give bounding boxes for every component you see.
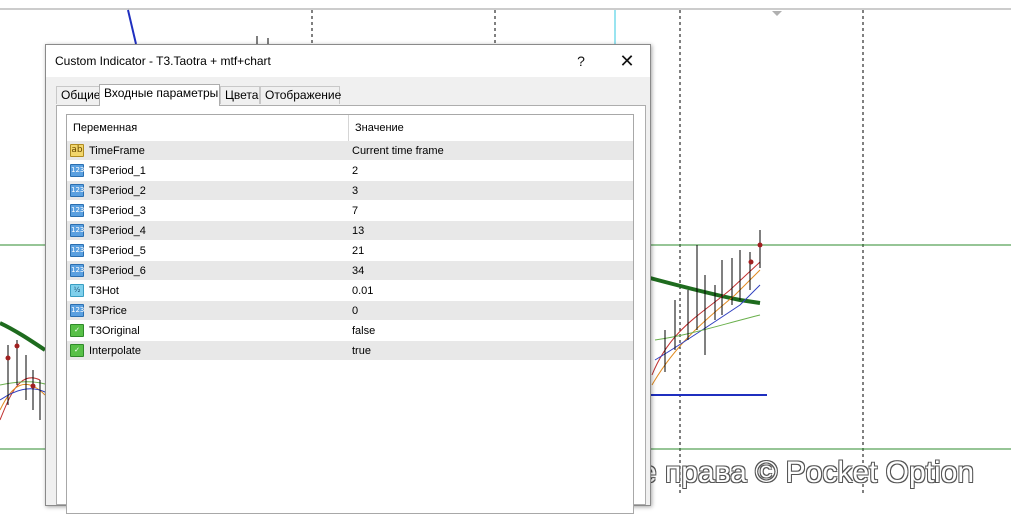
tab-general[interactable]: Общие bbox=[56, 86, 100, 104]
signal-dot bbox=[14, 343, 20, 349]
param-value[interactable]: Current time frame bbox=[352, 141, 444, 161]
table-row[interactable]: 123 T3Period_1 2 bbox=[67, 161, 633, 181]
table-row[interactable]: 123 T3Period_5 21 bbox=[67, 241, 633, 261]
param-value[interactable]: 34 bbox=[352, 261, 364, 281]
boolean-type-icon: ✓ bbox=[70, 344, 84, 357]
table-header: Переменная Значение bbox=[67, 115, 633, 142]
param-value[interactable]: 3 bbox=[352, 181, 358, 201]
param-name: T3Period_6 bbox=[89, 265, 146, 277]
tab-colors[interactable]: Цвета bbox=[220, 86, 260, 104]
close-button[interactable]: ✕ bbox=[611, 49, 643, 73]
param-name: T3Period_4 bbox=[89, 225, 146, 237]
integer-type-icon: 123 bbox=[70, 164, 84, 177]
table-row[interactable]: 123 T3Price 0 bbox=[67, 301, 633, 321]
integer-type-icon: 123 bbox=[70, 304, 84, 317]
table-row[interactable]: ½ T3Hot 0.01 bbox=[67, 281, 633, 301]
param-name: TimeFrame bbox=[89, 145, 145, 157]
param-name: T3Period_3 bbox=[89, 205, 146, 217]
table-row[interactable]: ✓ T3Original false bbox=[67, 321, 633, 341]
param-value[interactable]: true bbox=[352, 341, 371, 361]
param-name: Interpolate bbox=[89, 345, 141, 357]
double-type-icon: ½ bbox=[70, 284, 84, 297]
help-button[interactable]: ? bbox=[565, 49, 597, 73]
integer-type-icon: 123 bbox=[70, 204, 84, 217]
tab-visualization[interactable]: Отображение bbox=[260, 86, 341, 104]
signal-dot bbox=[5, 355, 11, 361]
param-name: T3Period_5 bbox=[89, 245, 146, 257]
blue-steep-line bbox=[127, 9, 137, 45]
param-name: T3Original bbox=[89, 325, 140, 337]
string-type-icon: ab bbox=[70, 144, 84, 157]
param-name: T3Hot bbox=[89, 285, 119, 297]
scroll-marker-icon bbox=[772, 11, 782, 16]
dialog-titlebar: Custom Indicator - T3.Taotra + mtf+chart… bbox=[46, 45, 650, 77]
table-row[interactable]: 123 T3Period_3 7 bbox=[67, 201, 633, 221]
custom-indicator-dialog: Custom Indicator - T3.Taotra + mtf+chart… bbox=[45, 44, 651, 514]
tab-input-parameters[interactable]: Входные параметры bbox=[99, 84, 220, 106]
param-name: T3Price bbox=[89, 305, 127, 317]
boolean-type-icon: ✓ bbox=[70, 324, 84, 337]
table-row[interactable]: 123 T3Period_4 13 bbox=[67, 221, 633, 241]
param-value[interactable]: 0 bbox=[352, 301, 358, 321]
table-row[interactable]: ab TimeFrame Current time frame bbox=[67, 141, 633, 161]
column-header-variable[interactable]: Переменная bbox=[67, 115, 349, 141]
column-header-value[interactable]: Значение bbox=[349, 115, 633, 141]
signal-dot bbox=[30, 383, 36, 389]
tab-panel: Переменная Значение ab TimeFrame Current… bbox=[56, 105, 646, 514]
param-value[interactable]: 7 bbox=[352, 201, 358, 221]
param-value[interactable]: false bbox=[352, 321, 375, 341]
integer-type-icon: 123 bbox=[70, 184, 84, 197]
integer-type-icon: 123 bbox=[70, 244, 84, 257]
ma-red-right bbox=[651, 261, 761, 376]
ma-thick-left bbox=[0, 321, 47, 352]
param-value[interactable]: 2 bbox=[352, 161, 358, 181]
integer-type-icon: 123 bbox=[70, 264, 84, 277]
table-row[interactable]: ✓ Interpolate true bbox=[67, 341, 633, 361]
ma-blue-right bbox=[654, 284, 761, 361]
param-name: T3Period_1 bbox=[89, 165, 146, 177]
param-value[interactable]: 13 bbox=[352, 221, 364, 241]
param-name: T3Period_2 bbox=[89, 185, 146, 197]
signal-dot bbox=[748, 259, 754, 265]
param-value[interactable]: 21 bbox=[352, 241, 364, 261]
signal-dot bbox=[757, 242, 763, 248]
table-row[interactable]: 123 T3Period_2 3 bbox=[67, 181, 633, 201]
integer-type-icon: 123 bbox=[70, 224, 84, 237]
param-value[interactable]: 0.01 bbox=[352, 281, 373, 301]
dialog-title: Custom Indicator - T3.Taotra + mtf+chart bbox=[55, 54, 271, 68]
ma-orange-left bbox=[0, 383, 46, 411]
parameters-table: Переменная Значение ab TimeFrame Current… bbox=[66, 114, 634, 514]
table-row[interactable]: 123 T3Period_6 34 bbox=[67, 261, 633, 281]
